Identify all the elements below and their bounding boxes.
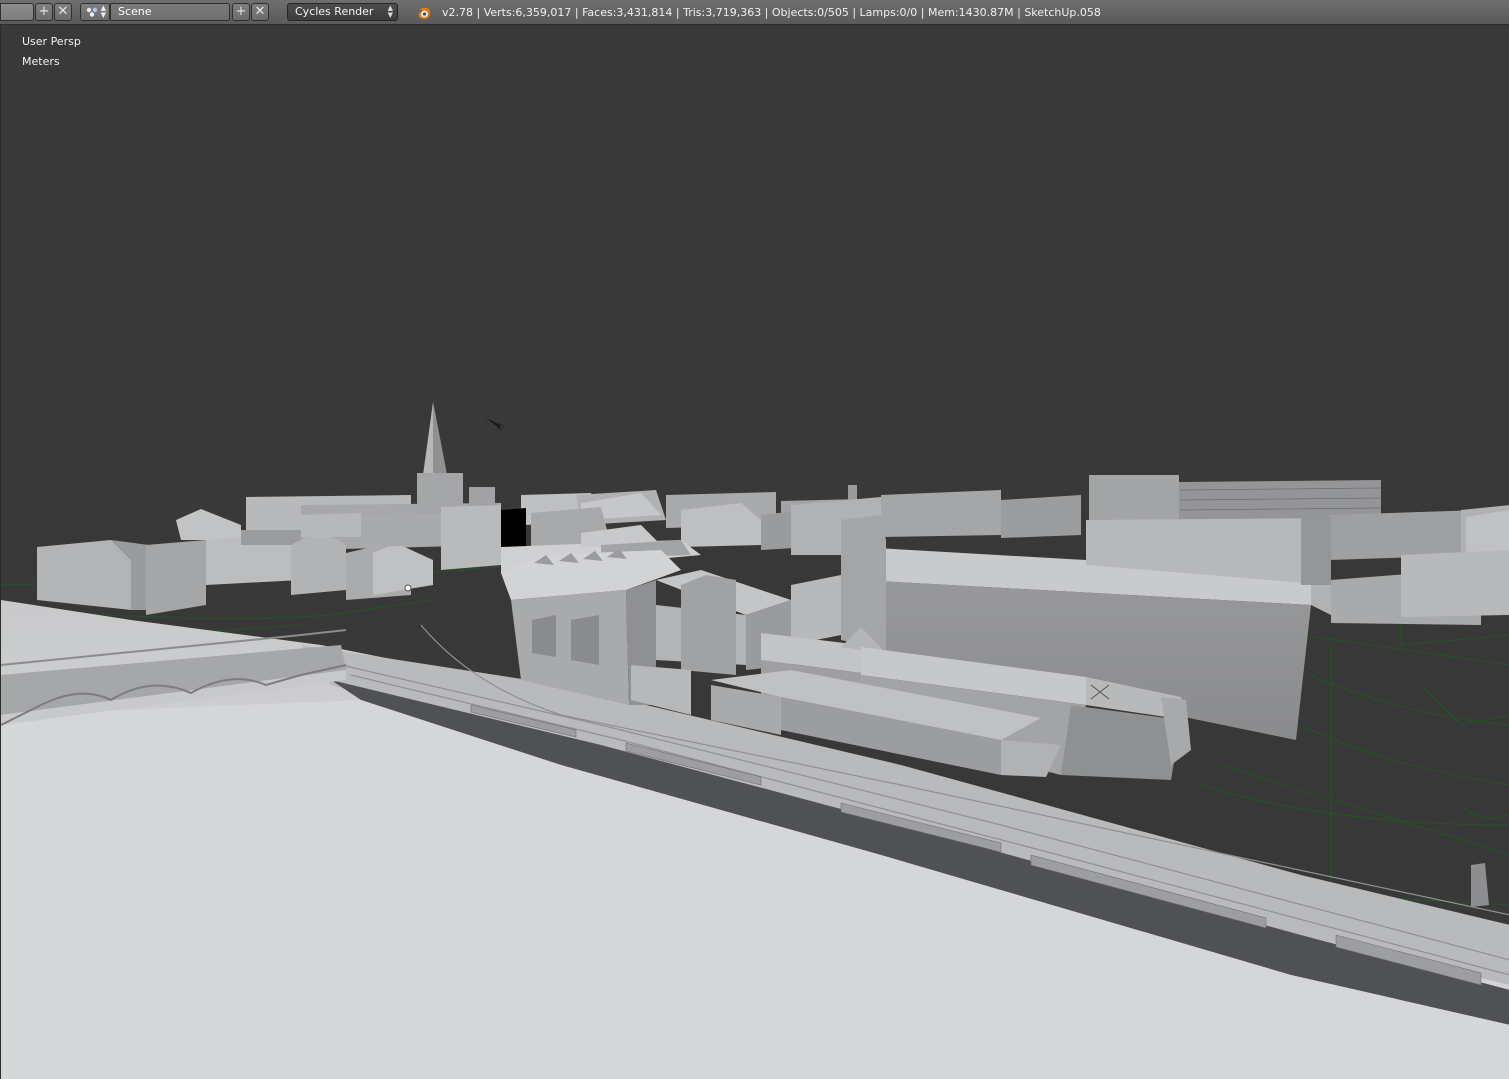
add-icon: + xyxy=(38,4,50,19)
view-name-label: User Persp xyxy=(22,35,81,48)
scene-icon xyxy=(86,7,98,17)
chevron-updown-icon: ▲ ▼ xyxy=(387,4,393,19)
blender-logo-icon xyxy=(418,8,431,19)
city-model-render[interactable] xyxy=(1,25,1509,1079)
scene-name-field[interactable]: Scene xyxy=(110,3,230,21)
add-screen-button[interactable]: + xyxy=(35,3,53,21)
render-engine-label: Cycles Render xyxy=(295,5,374,18)
info-header: + ✕ ▲ ▼ Scene + ✕ Cycles Render ▲ ▼ v2.7… xyxy=(0,0,1509,25)
bird-shape xyxy=(485,417,506,430)
close-icon: ✕ xyxy=(254,4,266,19)
remove-scene-button[interactable]: ✕ xyxy=(251,3,269,21)
screen-layout-field[interactable] xyxy=(0,3,34,21)
chevron-updown-icon: ▲ ▼ xyxy=(100,4,106,19)
render-engine-select[interactable]: Cycles Render ▲ ▼ xyxy=(287,3,398,21)
add-icon: + xyxy=(235,4,247,19)
blender-window: + ✕ ▲ ▼ Scene + ✕ Cycles Render ▲ ▼ v2.7… xyxy=(0,0,1509,1079)
3d-viewport[interactable]: User Persp Meters xyxy=(0,25,1509,1079)
view-units-label: Meters xyxy=(22,55,60,68)
scene-statistics: v2.78 | Verts:6,359,017 | Faces:3,431,81… xyxy=(442,6,1101,19)
scene-browse-button[interactable]: ▲ ▼ xyxy=(80,3,110,21)
close-icon: ✕ xyxy=(57,4,69,19)
add-scene-button[interactable]: + xyxy=(232,3,250,21)
remove-screen-button[interactable]: ✕ xyxy=(54,3,72,21)
